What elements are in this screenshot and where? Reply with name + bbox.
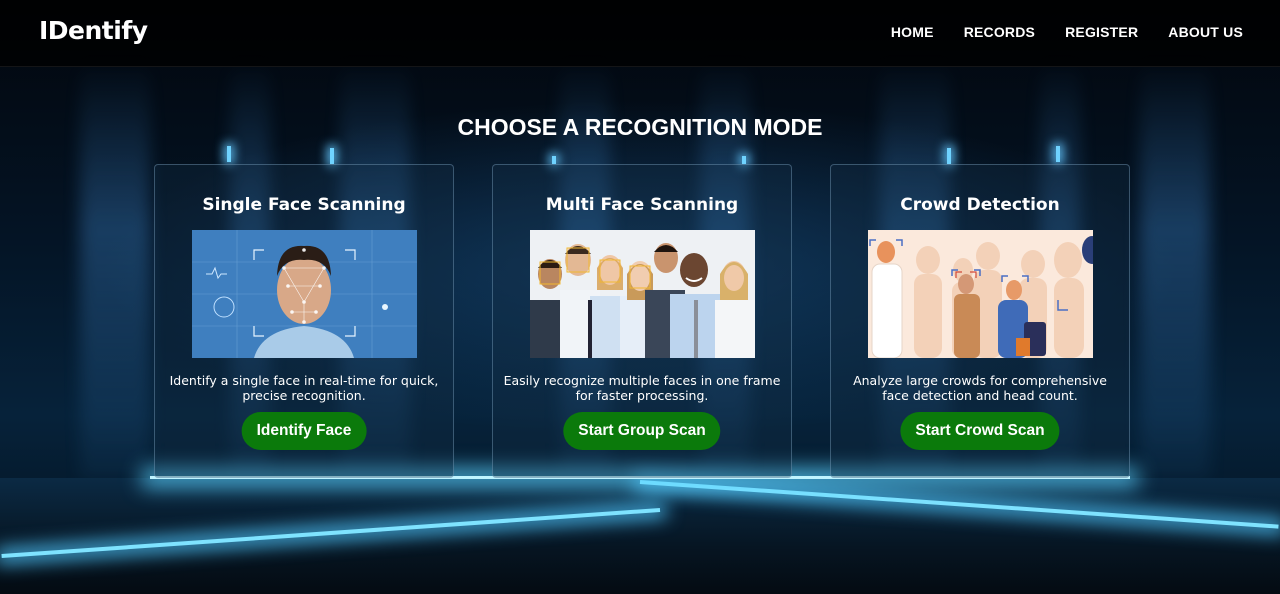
single-face-scan-image (192, 230, 417, 358)
nav-home-link[interactable]: HOME (891, 24, 934, 40)
mode-card-single-face: Single Face Scanning Identify a single f… (154, 164, 454, 478)
card-title: Crowd Detection (900, 195, 1060, 215)
card-description: Easily recognize multiple faces in one f… (503, 373, 781, 403)
top-navbar: IDentify HOME RECORDS REGISTER ABOUT US (0, 0, 1280, 67)
card-title: Multi Face Scanning (545, 195, 739, 215)
nav-about-link[interactable]: ABOUT US (1168, 24, 1243, 40)
mode-card-multi-face: Multi Face Scanning Easily recognize mul… (492, 164, 792, 478)
nav-register-link[interactable]: REGISTER (1065, 24, 1138, 40)
card-description: Identify a single face in real-time for … (169, 373, 439, 403)
identify-face-button[interactable]: Identify Face (241, 412, 367, 450)
nav-records-link[interactable]: RECORDS (964, 24, 1035, 40)
app-logo[interactable]: IDentify (39, 16, 148, 45)
page-title: CHOOSE A RECOGNITION MODE (457, 114, 823, 140)
main-nav: HOME RECORDS REGISTER ABOUT US (891, 24, 1243, 40)
card-description: Analyze large crowds for comprehensive f… (853, 373, 1107, 403)
multi-face-scan-image (530, 230, 755, 358)
card-title: Single Face Scanning (202, 195, 406, 215)
mode-card-crowd-detection: Crowd Detection Analyze large crowds for… (830, 164, 1130, 478)
crowd-detection-image (868, 230, 1093, 358)
start-crowd-scan-button[interactable]: Start Crowd Scan (900, 412, 1060, 450)
start-group-scan-button[interactable]: Start Group Scan (563, 412, 721, 450)
